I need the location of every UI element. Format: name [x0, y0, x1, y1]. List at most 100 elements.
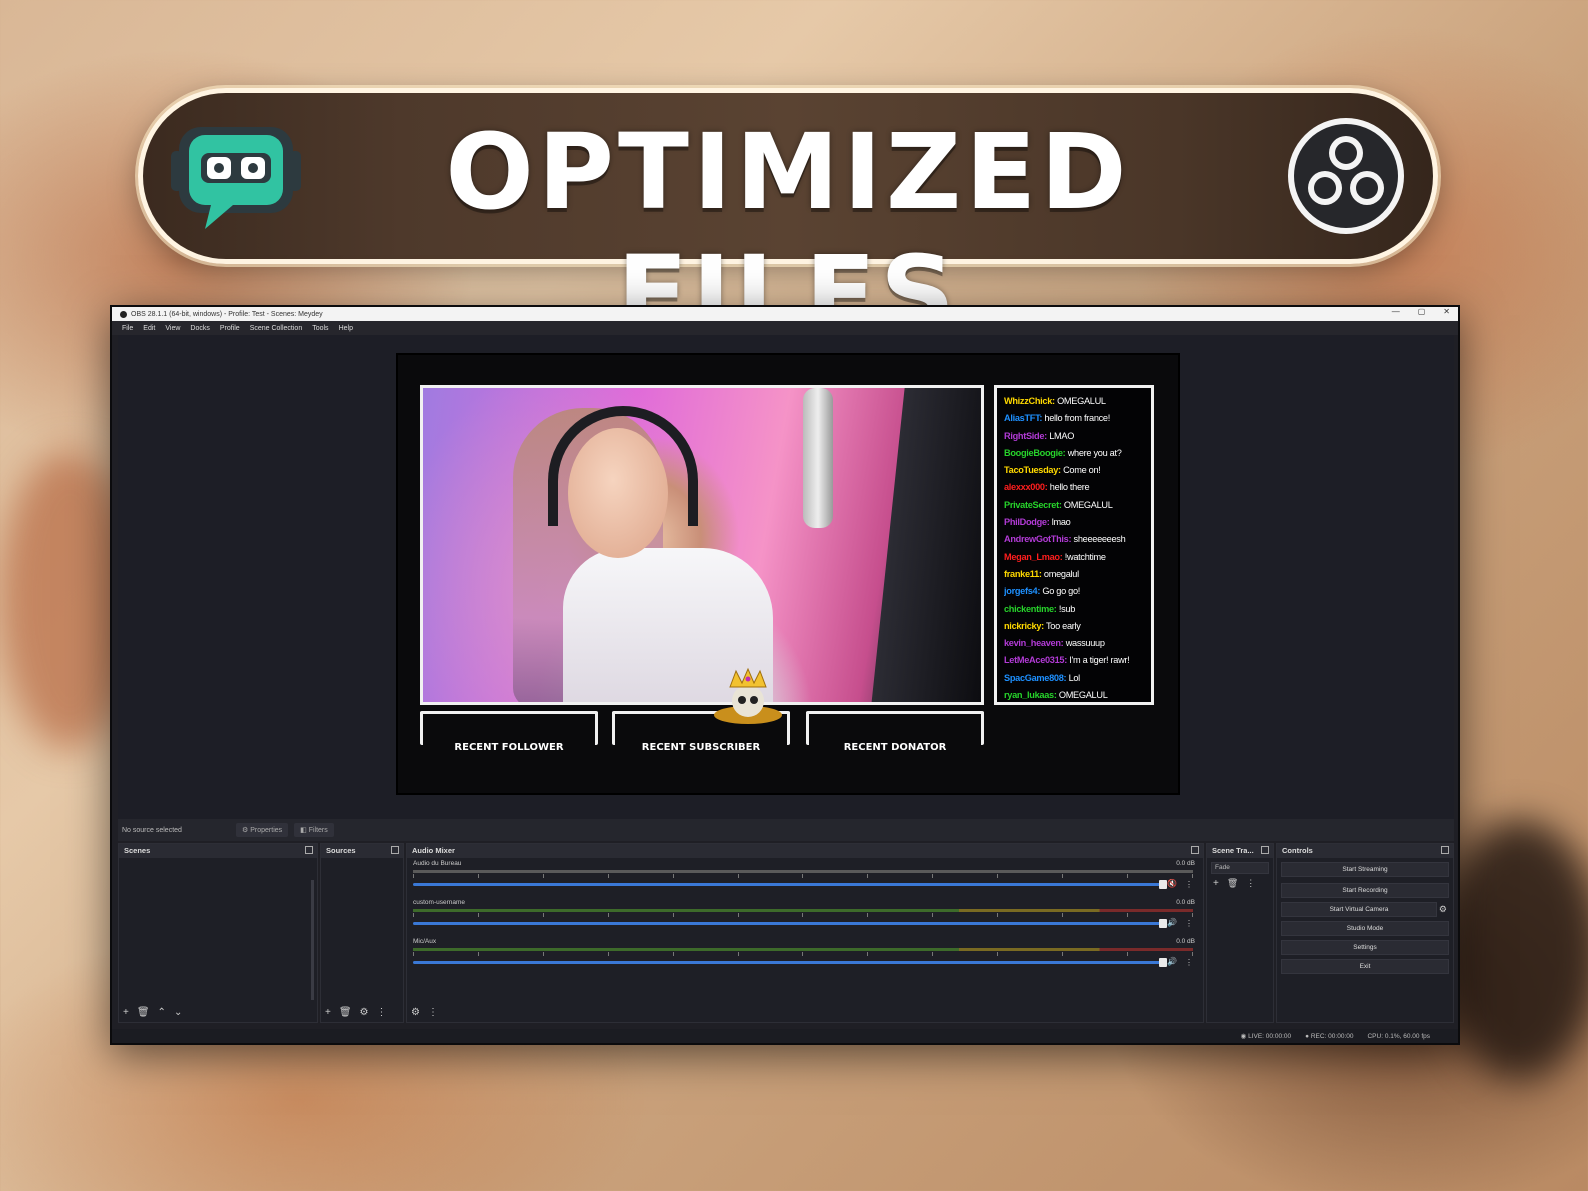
- chat-text: OMEGALUL: [1063, 499, 1113, 510]
- volume-meter: [413, 870, 1193, 873]
- audio-mixer-dock: Audio Mixer Audio du Bureau 0.0 dB 🔇 ⋮ custo…: [406, 843, 1204, 1023]
- chat-username: kevin_heaven:: [1004, 638, 1064, 649]
- menu-file[interactable]: File: [122, 325, 133, 332]
- undock-icon[interactable]: [1191, 846, 1199, 854]
- menu-view[interactable]: View: [165, 325, 180, 332]
- meter-tick: [672, 913, 674, 917]
- recent-follower-label: RECENT FOLLOWER: [437, 742, 581, 753]
- exit-button[interactable]: Exit: [1281, 959, 1449, 974]
- speaker-icon[interactable]: 🔊: [1167, 918, 1177, 927]
- scrollbar[interactable]: [311, 880, 314, 1000]
- plus-icon[interactable]: +: [1213, 878, 1219, 889]
- trash-icon[interactable]: 🗑: [339, 1007, 352, 1018]
- meter-tick: [477, 913, 479, 917]
- obs-window: OBS 28.1.1 (64-bit, windows) - Profile: …: [110, 305, 1460, 1045]
- more-icon[interactable]: ⋮: [1185, 880, 1193, 889]
- scenes-header: Scenes: [119, 844, 317, 858]
- start-recording-button[interactable]: Start Recording: [1281, 883, 1449, 898]
- maximize-button[interactable]: ▢: [1418, 307, 1426, 316]
- microphone-image: [803, 388, 833, 528]
- trash-icon[interactable]: 🗑: [137, 1007, 150, 1018]
- slider-handle[interactable]: [1159, 880, 1167, 889]
- more-icon[interactable]: ⋮: [1246, 878, 1255, 889]
- undock-icon[interactable]: [1441, 846, 1449, 854]
- meter-tick: [1126, 952, 1128, 956]
- filters-label: Filters: [308, 827, 328, 834]
- menu-profile[interactable]: Profile: [220, 325, 240, 332]
- meter-tick: [867, 874, 869, 878]
- minimize-button[interactable]: —: [1392, 307, 1400, 316]
- speaker-icon[interactable]: 🔊: [1167, 957, 1177, 966]
- volume-slider[interactable]: [413, 919, 1167, 928]
- menu-bar: File Edit View Docks Profile Scene Colle…: [112, 321, 1458, 335]
- chat-message: ryan_lukaas: OMEGALUL: [1004, 687, 1144, 704]
- menu-scene-collection[interactable]: Scene Collection: [250, 325, 303, 332]
- chat-message: RightSide: LMAO: [1004, 428, 1144, 445]
- meter-tick: [672, 952, 674, 956]
- rec-time: REC: 00:00:00: [1310, 1032, 1354, 1040]
- controls-header: Controls: [1277, 844, 1453, 858]
- more-icon[interactable]: ⋮: [428, 1007, 438, 1018]
- close-button[interactable]: ✕: [1443, 307, 1450, 316]
- chat-username: Megan_Lmao:: [1004, 551, 1063, 562]
- chat-text: OMEGALUL: [1057, 396, 1106, 406]
- channel-name: Mic/Aux: [413, 938, 437, 945]
- muted-speaker-icon[interactable]: 🔇: [1167, 879, 1177, 888]
- meter-tick: [802, 874, 804, 878]
- undock-icon[interactable]: [1261, 846, 1269, 854]
- plus-icon[interactable]: +: [123, 1007, 129, 1018]
- more-icon[interactable]: ⋮: [1185, 958, 1193, 967]
- mixer-channel: Audio du Bureau 0.0 dB 🔇 ⋮: [407, 858, 1203, 897]
- sources-dock: Sources + 🗑 ⚙ ⋮: [320, 843, 404, 1023]
- studio-mode-button[interactable]: Studio Mode: [1281, 921, 1449, 936]
- menu-edit[interactable]: Edit: [143, 325, 155, 332]
- menu-docks[interactable]: Docks: [190, 325, 209, 332]
- more-icon[interactable]: ⋮: [1185, 919, 1193, 928]
- properties-button[interactable]: ⚙ Properties: [236, 823, 289, 837]
- meter-tick: [802, 952, 804, 956]
- chat-message: kevin_heaven: wassuuup: [1004, 635, 1144, 652]
- gear-icon[interactable]: ⚙: [360, 1007, 369, 1018]
- chat-text: Lol: [1068, 672, 1081, 683]
- chevron-down-icon[interactable]: ⌄: [174, 1007, 182, 1018]
- scenes-title: Scenes: [124, 846, 151, 855]
- menu-help[interactable]: Help: [339, 325, 353, 332]
- slider-handle[interactable]: [1159, 919, 1167, 928]
- slider-handle[interactable]: [1159, 958, 1167, 967]
- chevron-up-icon[interactable]: ⌃: [158, 1007, 166, 1018]
- meter-tick: [932, 874, 934, 878]
- chat-text: lmao: [1051, 517, 1071, 528]
- undock-icon[interactable]: [391, 846, 399, 854]
- transition-select[interactable]: Fade: [1211, 862, 1269, 874]
- meter-tick: [867, 952, 869, 956]
- meter-tick: [607, 913, 609, 917]
- scene-transitions-header: Scene Tra...: [1207, 844, 1273, 858]
- channel-db: 0.0 dB: [1176, 938, 1195, 945]
- chat-text: OMEGALUL: [1058, 690, 1108, 701]
- advanced-audio-icon[interactable]: ⚙: [411, 1007, 420, 1018]
- chat-username: AliasTFT:: [1004, 413, 1043, 424]
- gear-icon[interactable]: ⚙: [1439, 904, 1447, 915]
- start-virtual-camera-button[interactable]: Start Virtual Camera: [1281, 902, 1437, 917]
- chat-username: franke11:: [1004, 568, 1042, 579]
- preview-area[interactable]: WhizzChick: OMEGALUL AliasTFT: hello from…: [118, 335, 1454, 819]
- plus-icon[interactable]: +: [325, 1007, 331, 1018]
- volume-slider[interactable]: [413, 958, 1167, 967]
- chat-text: hello from france!: [1044, 413, 1110, 424]
- volume-slider[interactable]: [413, 880, 1167, 889]
- trash-icon[interactable]: 🗑: [1227, 878, 1238, 889]
- start-streaming-button[interactable]: Start Streaming: [1281, 862, 1449, 877]
- meter-scale: [413, 874, 1193, 880]
- stream-canvas[interactable]: WhizzChick: OMEGALUL AliasTFT: hello from…: [396, 353, 1180, 795]
- settings-button[interactable]: Settings: [1281, 940, 1449, 955]
- streamlabs-logo-icon: [171, 127, 301, 229]
- more-icon[interactable]: ⋮: [377, 1007, 387, 1018]
- chat-username: PhilDodge:: [1004, 517, 1050, 528]
- channel-db: 0.0 dB: [1176, 860, 1195, 867]
- menu-tools[interactable]: Tools: [312, 325, 328, 332]
- meter-tick: [1126, 913, 1128, 917]
- meter-tick: [477, 952, 479, 956]
- undock-icon[interactable]: [305, 846, 313, 854]
- banner: OPTIMIZED FILES: [138, 88, 1438, 355]
- filters-button[interactable]: ◧ Filters: [294, 823, 334, 837]
